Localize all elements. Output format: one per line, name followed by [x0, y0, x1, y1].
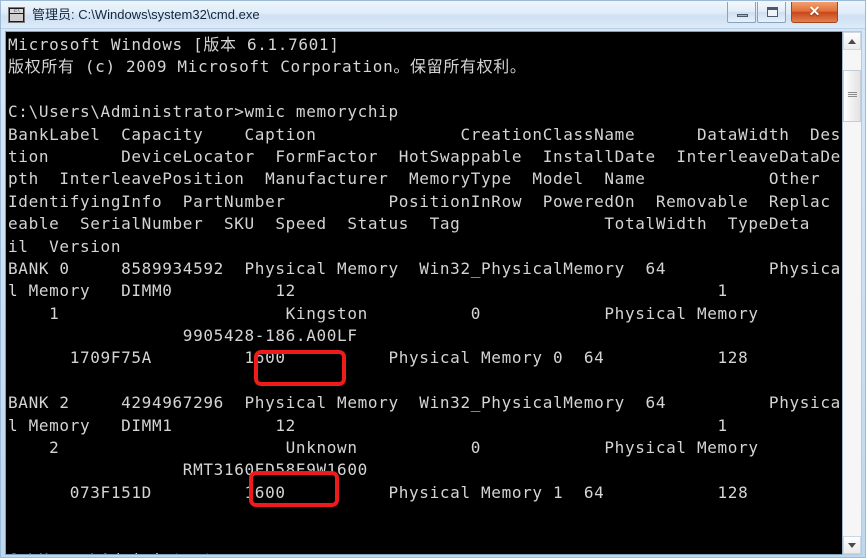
- scrollbar-thumb[interactable]: [843, 70, 861, 122]
- scrollbar-track[interactable]: [843, 50, 861, 536]
- console-line: C:\Users\Administrator>wmic memorychip: [8, 102, 399, 122]
- cmd-icon: c:\: [8, 7, 25, 23]
- console-line: C:\Users\Administrator>: [6, 549, 842, 554]
- console-line: pth InterleavePosition Manufacturer Memo…: [8, 169, 821, 189]
- console-line: 073F151D 1600 Physical Memory 1 64 128: [8, 482, 749, 502]
- chevron-down-icon: [848, 543, 856, 548]
- scroll-down-button[interactable]: [843, 536, 861, 554]
- console-line: BANK 0 8589934592 Physical Memory Win32_…: [8, 258, 841, 278]
- console-line: BANK 2 4294967296 Physical Memory Win32_…: [8, 393, 841, 413]
- scroll-up-button[interactable]: [843, 32, 861, 50]
- console-line: tion DeviceLocator FormFactor HotSwappab…: [8, 146, 841, 166]
- window-titlebar[interactable]: c:\ 管理员: C:\Windows\system32\cmd.exe ✕: [1, 1, 865, 29]
- console-line: RMT3160ED58E9W1600: [8, 460, 368, 480]
- scrollbar-grip-icon: [848, 92, 857, 99]
- console-scrollbar[interactable]: [842, 31, 862, 555]
- cmd-icon-label: c:\: [10, 9, 23, 13]
- maximize-icon: [767, 7, 778, 17]
- console-line: 9905428-186.A00LF: [8, 326, 358, 346]
- console-line: BankLabel Capacity Caption CreationClass…: [8, 124, 842, 144]
- minimize-icon: [737, 14, 748, 17]
- chevron-up-icon: [848, 39, 856, 44]
- console-line: Microsoft Windows [版本 6.1.7601]: [8, 35, 340, 54]
- console-line: il Version: [8, 236, 122, 256]
- close-icon: ✕: [808, 3, 821, 19]
- console-output-area[interactable]: Microsoft Windows [版本 6.1.7601] 版权所有 (c) …: [5, 31, 842, 555]
- console-line: l Memory DIMM0 12 1: [8, 281, 728, 301]
- console-line: 1709F75A 1600 Physical Memory 0 64 128: [8, 348, 749, 368]
- console-line: eable SerialNumber SKU Speed Status Tag …: [8, 214, 811, 234]
- minimize-button[interactable]: [727, 2, 756, 23]
- cmd-window: c:\ 管理员: C:\Windows\system32\cmd.exe ✕ M…: [0, 0, 866, 558]
- console-line: l Memory DIMM1 12 1: [8, 415, 728, 435]
- console-line: 2 Unknown 0 Physical Memory: [8, 438, 759, 458]
- cmd-icon-body: [10, 14, 23, 21]
- console-line: 1 Kingston 0 Physical Memory: [8, 303, 759, 323]
- close-button[interactable]: ✕: [791, 2, 838, 23]
- maximize-button[interactable]: [757, 2, 786, 23]
- window-title: 管理员: C:\Windows\system32\cmd.exe: [32, 7, 260, 22]
- console-line: 版权所有 (c) 2009 Microsoft Corporation。保留所有…: [8, 57, 527, 77]
- console-line: IdentifyingInfo PartNumber PositionInRow…: [8, 191, 831, 211]
- console-text: Microsoft Windows [版本 6.1.7601] 版权所有 (c) …: [6, 34, 842, 554]
